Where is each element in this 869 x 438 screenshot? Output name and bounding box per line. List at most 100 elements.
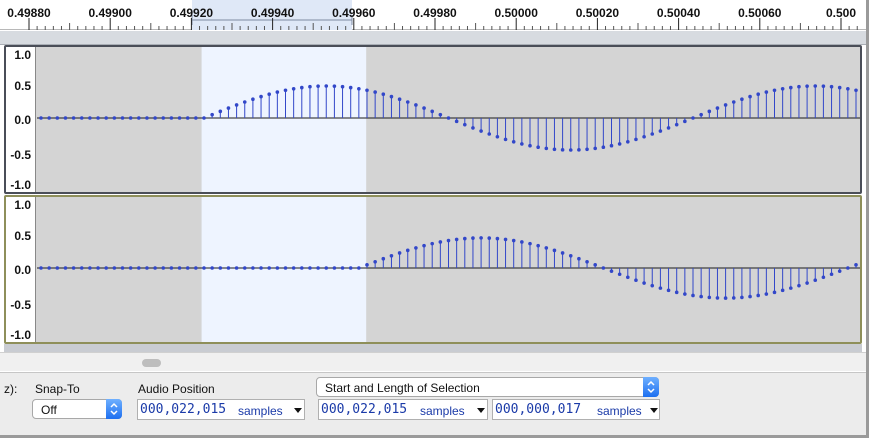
sample-point [674, 290, 679, 295]
sample-point [617, 272, 622, 277]
sample-point [316, 84, 320, 88]
sample-point [275, 90, 280, 94]
audio-position-label: Audio Position [138, 382, 215, 396]
scale-label: 0.0 [14, 263, 31, 277]
sample-point [471, 236, 475, 240]
sample-point [707, 109, 712, 114]
sample-point [145, 266, 149, 270]
sample-point [210, 112, 214, 117]
sample-point [112, 266, 117, 270]
track-2-vertical-ruler[interactable]: 1.0 0.5 0.0 -0.5 -1.0 [6, 197, 36, 342]
sample-point [397, 97, 402, 101]
sample-point [259, 266, 263, 270]
sample-point [593, 263, 597, 267]
sample-point [715, 296, 720, 300]
sample-point [39, 266, 43, 270]
selection-start-value[interactable]: 000,022,015 [321, 402, 407, 417]
sample-point [495, 236, 500, 241]
sample-point [642, 281, 646, 285]
sample-point [837, 85, 842, 90]
selection-length-value[interactable]: 000,000,017 [495, 402, 581, 417]
selection-length-field[interactable]: 000,000,017 samples [492, 399, 660, 420]
track-1-waveform[interactable] [37, 47, 860, 192]
track-area-background [4, 344, 862, 352]
sample-point [854, 263, 858, 267]
sample-point [242, 266, 247, 270]
sample-point [389, 94, 394, 99]
sample-point [275, 266, 280, 270]
sample-point [658, 129, 663, 133]
selection-mode-select[interactable]: Start and Length of Selection [316, 377, 659, 397]
sample-point [821, 275, 826, 280]
sample-point [487, 236, 492, 240]
sample-point [723, 103, 728, 107]
sample-point [39, 116, 43, 120]
ruler-graphic: 0.49880 0.49900 0.49920 0.49940 0.49960 0.499… [7, 0, 858, 30]
select-arrows-icon [106, 399, 122, 419]
scrollbar-thumb[interactable] [142, 359, 161, 367]
sample-point [324, 84, 329, 88]
sample-point [797, 283, 801, 288]
sample-point [88, 116, 92, 120]
sample-point [772, 88, 777, 93]
sample-point [405, 100, 410, 104]
sample-point [63, 116, 68, 120]
sample-point [634, 278, 638, 283]
sample-point [577, 256, 581, 261]
sample-point [438, 240, 443, 244]
sample-point [740, 97, 744, 101]
selection-start-field[interactable]: 000,022,015 samples [318, 399, 488, 420]
sample-point [194, 116, 198, 120]
format-menu-icon[interactable] [294, 405, 302, 415]
sample-point [96, 116, 100, 120]
sample-point [487, 132, 492, 136]
sample-point [283, 88, 288, 93]
sample-point [666, 288, 671, 293]
audio-track-2[interactable]: 1.0 0.5 0.0 -0.5 -1.0 [4, 195, 862, 344]
audio-position-value[interactable]: 000,022,015 [140, 402, 226, 417]
sample-point [153, 116, 157, 120]
ruler-tick-label: 0.49920 [170, 6, 214, 20]
sample-point [414, 103, 418, 107]
format-menu-icon[interactable] [477, 405, 485, 415]
snap-to-select[interactable]: Off [32, 399, 122, 419]
sample-point [748, 294, 752, 299]
horizontal-scrollbar[interactable] [0, 352, 866, 371]
sample-point [373, 259, 377, 264]
track-2-waveform[interactable] [37, 197, 860, 342]
project-rate-label: z): [4, 382, 18, 396]
sample-point [137, 266, 141, 270]
sample-point [634, 137, 638, 142]
audio-position-field[interactable]: 000,022,015 samples [137, 399, 305, 420]
sample-point [316, 266, 320, 270]
sample-point [731, 100, 736, 104]
sample-point [829, 84, 834, 89]
sample-point [756, 92, 760, 97]
sample-point [691, 116, 695, 120]
timeline-ruler[interactable]: 0.49880 0.49900 0.49920 0.49940 0.49960 0.499… [0, 0, 866, 30]
sample-point [756, 293, 760, 298]
sample-point [194, 266, 198, 270]
sample-point [764, 292, 769, 296]
sample-point [764, 90, 769, 94]
sample-point [397, 251, 402, 255]
sample-point [479, 129, 483, 133]
sample-point [259, 94, 263, 99]
sample-point [560, 251, 565, 255]
ruler-tick-label: 0.49980 [413, 6, 457, 20]
selection-length-unit: samples [597, 404, 642, 418]
sample-point [805, 281, 809, 285]
sample-point [340, 266, 345, 270]
track-1-vertical-ruler[interactable]: 1.0 0.5 0.0 -0.5 -1.0 [6, 47, 36, 192]
sample-point [161, 116, 166, 120]
sample-point [348, 85, 353, 90]
sample-point [210, 266, 214, 270]
sample-point [805, 84, 809, 88]
sample-point [683, 119, 687, 124]
format-menu-icon[interactable] [650, 405, 658, 415]
ruler-tick-label: 0.50040 [657, 6, 701, 20]
sample-point [283, 266, 288, 270]
audio-track-1[interactable]: 1.0 0.5 0.0 -0.5 -1.0 [4, 45, 862, 194]
sample-point [568, 253, 573, 258]
sample-point [267, 266, 271, 270]
